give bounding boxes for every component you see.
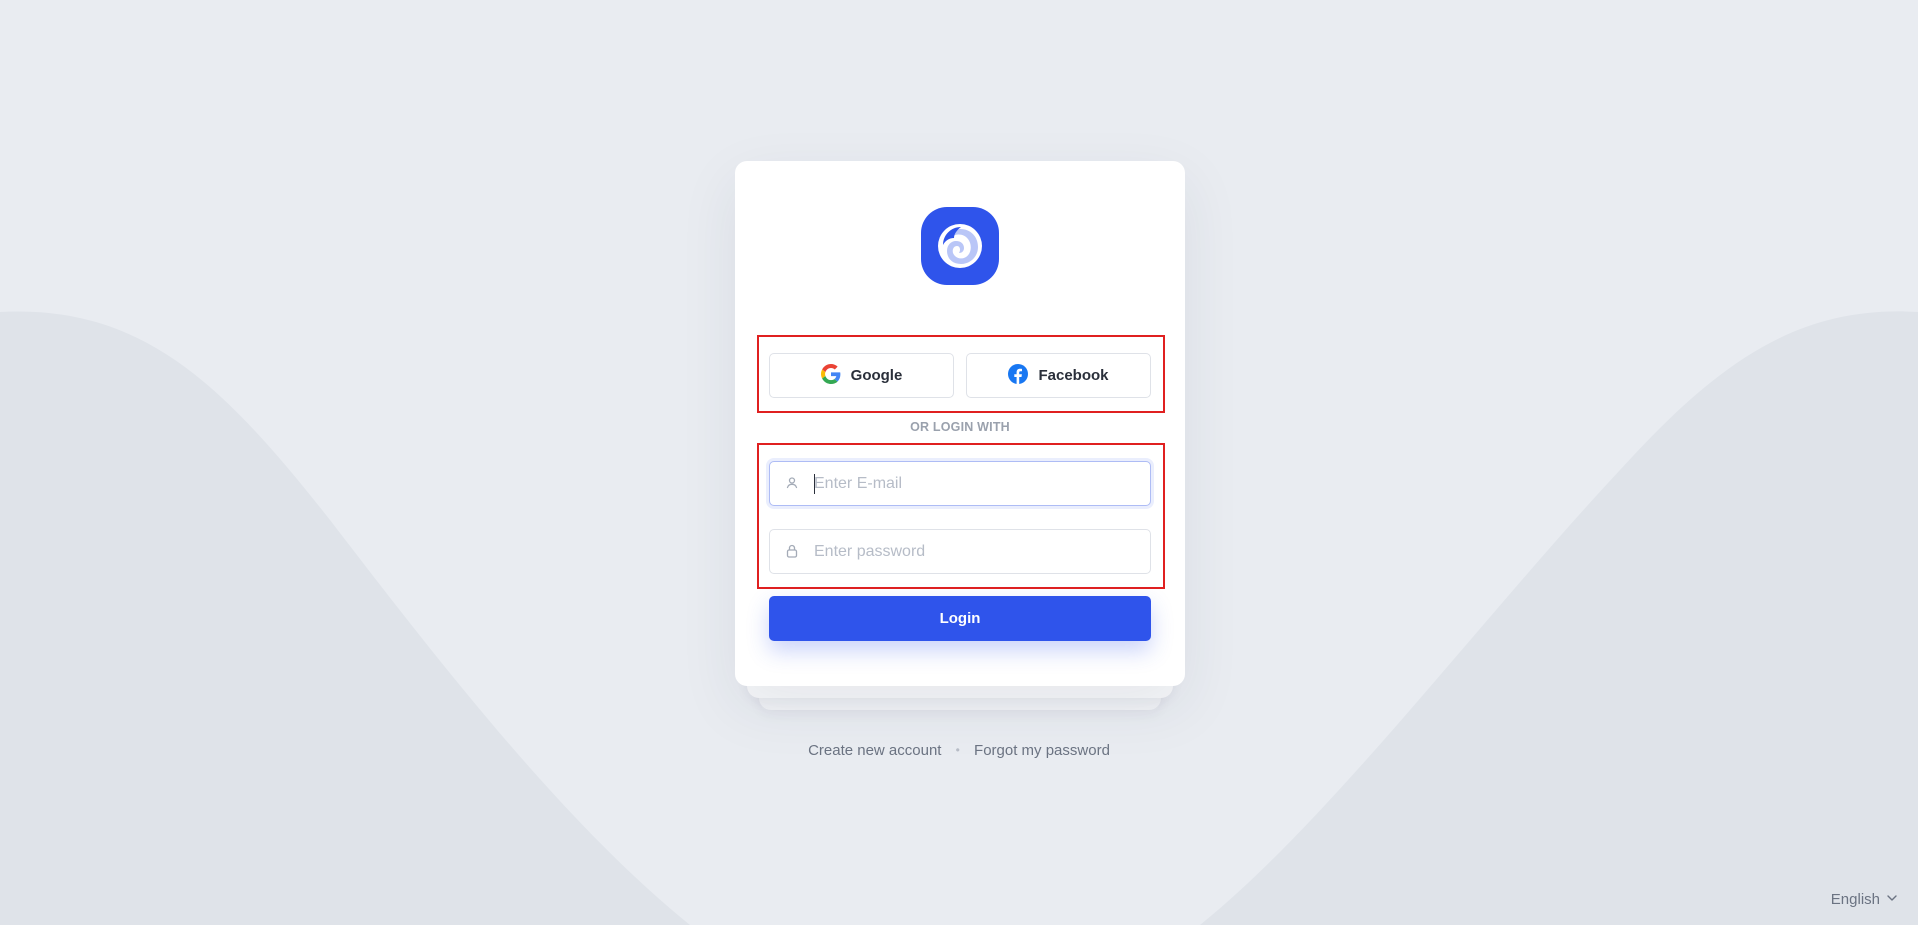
language-selector[interactable]: English xyxy=(1831,891,1898,908)
login-card: Google Facebook OR LOGIN WITH Enter E-ma… xyxy=(735,161,1185,686)
forgot-password-link[interactable]: Forgot my password xyxy=(974,742,1110,759)
email-input[interactable] xyxy=(814,462,1134,505)
password-field[interactable] xyxy=(769,529,1151,574)
facebook-icon xyxy=(1008,363,1029,388)
google-login-button[interactable]: Google xyxy=(769,353,954,398)
email-field[interactable] xyxy=(769,461,1151,506)
create-account-link[interactable]: Create new account xyxy=(808,742,941,759)
text-caret xyxy=(814,474,815,494)
link-separator: • xyxy=(955,743,960,757)
user-icon xyxy=(784,475,800,491)
google-icon xyxy=(820,363,841,388)
footer-links: Create new account • Forgot my password xyxy=(0,742,1918,759)
google-login-label: Google xyxy=(850,367,903,384)
login-card-stack: Google Facebook OR LOGIN WITH Enter E-ma… xyxy=(735,161,1185,710)
chevron-down-icon xyxy=(1886,891,1898,908)
facebook-login-button[interactable]: Facebook xyxy=(966,353,1151,398)
lock-icon xyxy=(784,543,800,559)
swirl-logo-icon xyxy=(921,207,999,285)
or-login-with-divider: OR LOGIN WITH xyxy=(910,420,1010,434)
facebook-login-label: Facebook xyxy=(1038,367,1109,384)
language-label: English xyxy=(1830,891,1880,908)
login-button[interactable]: Login xyxy=(769,596,1151,641)
password-input[interactable] xyxy=(814,530,1134,573)
